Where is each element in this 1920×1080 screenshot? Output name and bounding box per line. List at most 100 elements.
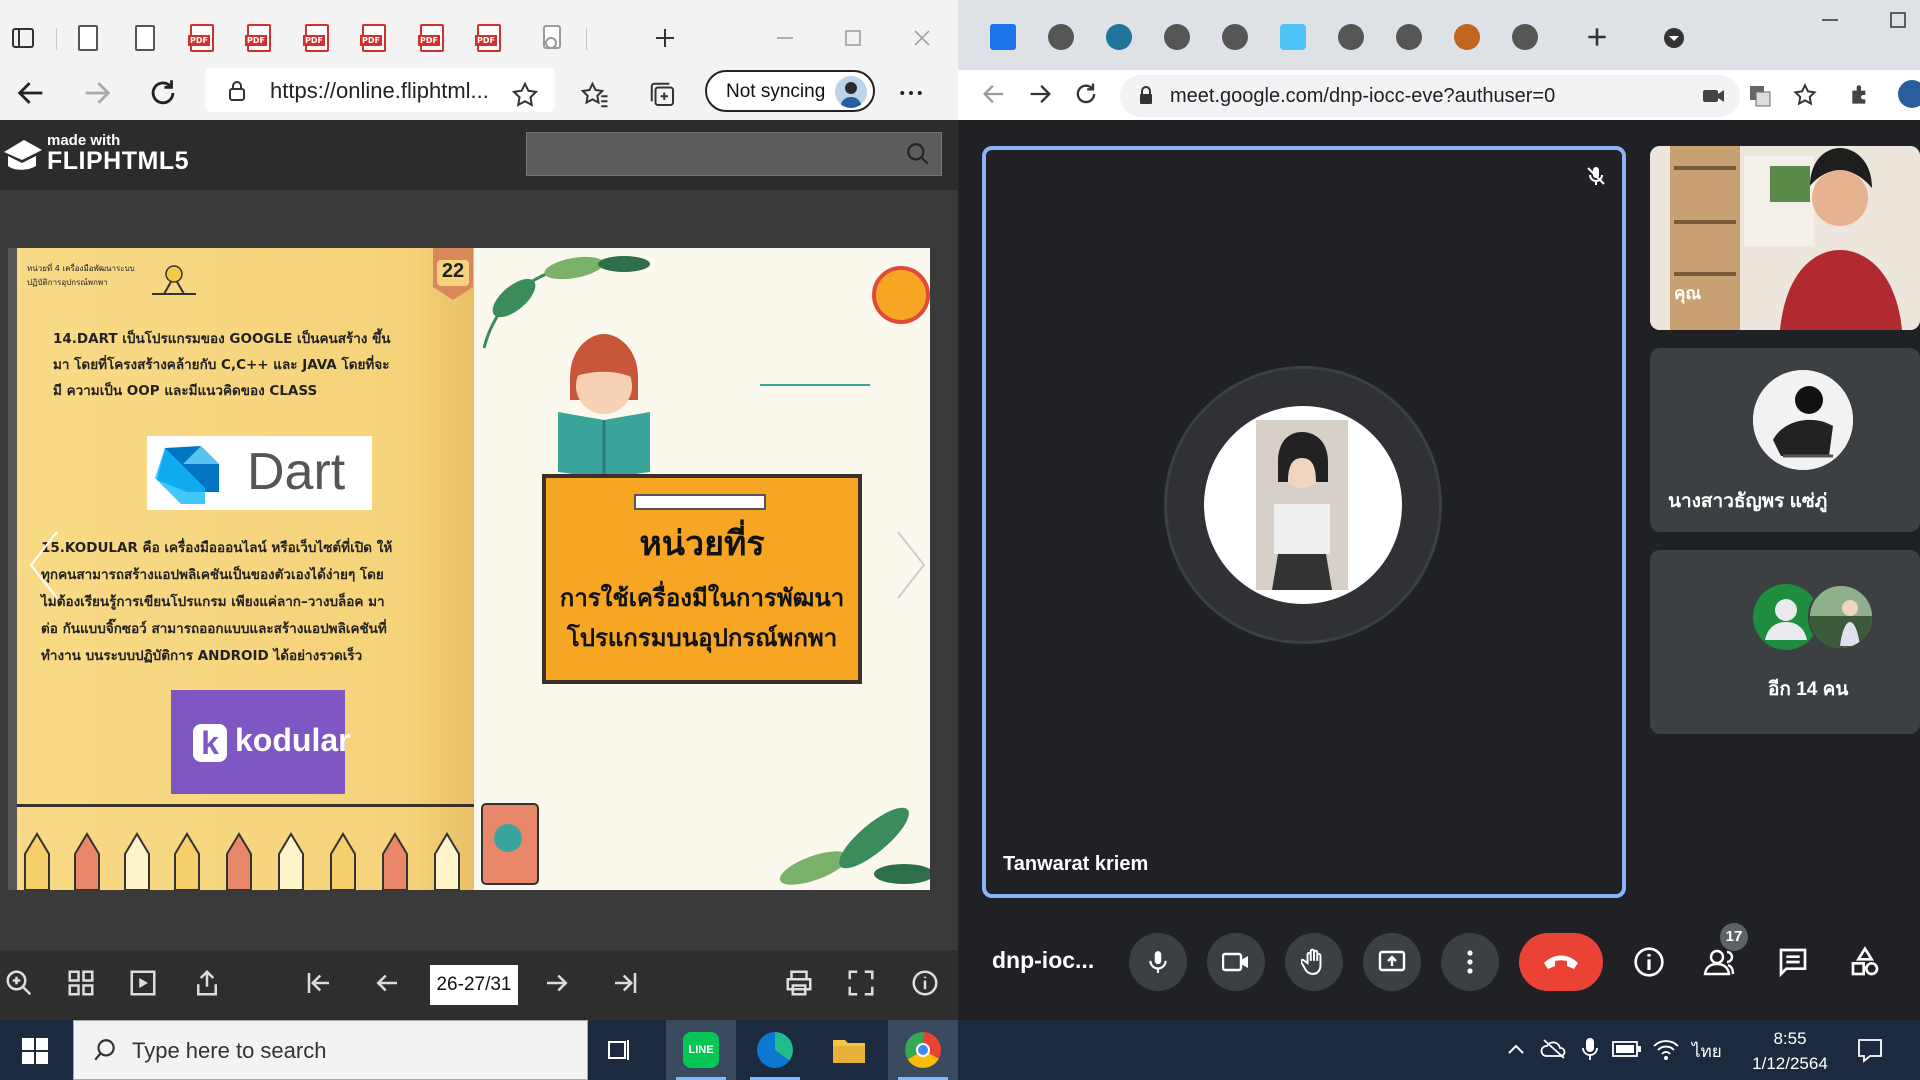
autoplay-icon[interactable] [128, 968, 162, 1002]
taskbar-search-input[interactable]: Type here to search [73, 1020, 588, 1080]
tab-globe-icon[interactable] [1164, 24, 1190, 50]
chat-icon[interactable] [1770, 939, 1816, 985]
meet-controls-bar: dnp-ioc... 17 [958, 905, 1920, 1020]
tab-search-icon[interactable] [1662, 26, 1686, 50]
task-view-icon[interactable] [606, 1036, 634, 1064]
tab-pdf-3[interactable]: PDF [300, 20, 334, 56]
chrome-app-button[interactable] [888, 1020, 958, 1080]
page-indicator-input[interactable]: 26-27/31 [430, 965, 518, 1005]
tab-page-1[interactable] [71, 20, 105, 56]
add-favorite-icon[interactable] [510, 80, 540, 110]
more-menu-icon[interactable] [896, 78, 926, 108]
line-app-button[interactable]: LINE [666, 1020, 736, 1080]
search-icon[interactable] [905, 141, 931, 167]
new-tab-button[interactable] [648, 20, 682, 56]
lock-icon [1138, 86, 1154, 106]
people-icon[interactable]: 17 [1698, 923, 1748, 985]
tab-pdf-5[interactable]: PDF [415, 20, 449, 56]
tab-actions-icon[interactable] [6, 20, 40, 56]
close-button[interactable] [905, 20, 939, 56]
wifi-icon[interactable] [1652, 1036, 1680, 1062]
pdf-icon: PDF [245, 24, 271, 52]
fullscreen-icon[interactable] [846, 968, 880, 1002]
participant-tile[interactable]: นางสาวธัญพร แซ่ภู่ [1650, 348, 1920, 532]
refresh-button[interactable] [146, 76, 180, 110]
new-tab-button[interactable] [1584, 24, 1610, 50]
self-video-tile[interactable]: คุณ [1650, 146, 1920, 330]
next-page-icon[interactable] [542, 968, 576, 1002]
tab-wordpress-icon[interactable] [1106, 24, 1132, 50]
tab-globe-icon[interactable] [1338, 24, 1364, 50]
notifications-icon[interactable] [1856, 1036, 1884, 1064]
maximize-button[interactable] [836, 20, 870, 56]
main-video-tile[interactable]: Tanwarat kriem [982, 146, 1626, 898]
tab-school-logo-icon[interactable] [1454, 24, 1480, 50]
back-button[interactable] [980, 80, 1008, 108]
windows-taskbar: Type here to search LINE ไทย 8:55 1/12/2… [0, 1020, 1920, 1080]
show-hidden-icons-icon[interactable] [1506, 1040, 1526, 1060]
brand-logo[interactable]: FLIPHTML5 [47, 147, 189, 176]
taskbar-clock[interactable]: 8:55 1/12/2564 [1740, 1026, 1840, 1076]
minimize-button[interactable] [1820, 10, 1840, 30]
thumbnails-icon[interactable] [66, 968, 100, 1002]
tab-pdf-2[interactable]: PDF [242, 20, 276, 56]
zoom-in-icon[interactable] [4, 968, 38, 1002]
tab-pdf-4[interactable]: PDF [357, 20, 391, 56]
flipbook-spread[interactable]: หน่วยที่ 4 เครื่องมือพัฒนาระบบ ปฏิบัติกา… [8, 248, 930, 890]
address-bar[interactable]: meet.google.com/dnp-iocc-eve?authuser=0 [1120, 75, 1740, 117]
tab-globe-icon[interactable] [1222, 24, 1248, 50]
tab-classroom-icon[interactable] [1280, 24, 1306, 50]
windows-start-icon[interactable] [22, 1038, 48, 1064]
maximize-button[interactable] [1888, 10, 1908, 30]
book-search-input[interactable] [526, 132, 942, 176]
book-page-left: หน่วยที่ 4 เครื่องมือพัฒนาระบบ ปฏิบัติกา… [8, 248, 474, 890]
raise-hand-button[interactable] [1285, 933, 1343, 991]
tab-globe-icon[interactable] [1396, 24, 1422, 50]
tab-page-2[interactable] [128, 20, 162, 56]
prev-page-arrow-icon[interactable] [27, 528, 61, 602]
profile-sync-button[interactable]: Not syncing [705, 70, 875, 112]
previous-page-icon[interactable] [372, 968, 406, 1002]
next-page-arrow-icon[interactable] [894, 528, 928, 602]
onedrive-icon[interactable] [1540, 1038, 1568, 1060]
profile-avatar[interactable] [1898, 80, 1920, 108]
last-page-icon[interactable] [610, 968, 644, 1002]
address-bar[interactable]: https://online.fliphtml... [205, 68, 555, 112]
refresh-button[interactable] [1072, 80, 1100, 108]
bookmark-star-icon[interactable] [1792, 82, 1818, 108]
camera-button[interactable] [1207, 933, 1265, 991]
translate-icon[interactable] [1748, 84, 1772, 108]
forward-button[interactable] [80, 76, 114, 110]
tab-globe-icon[interactable] [1512, 24, 1538, 50]
microphone-tray-icon[interactable] [1580, 1036, 1600, 1062]
back-button[interactable] [14, 76, 48, 110]
forward-button[interactable] [1026, 80, 1054, 108]
tab-pdf-6[interactable]: PDF [472, 20, 506, 56]
info-icon[interactable] [910, 968, 944, 1002]
activities-icon[interactable] [1842, 939, 1888, 985]
tab-pdf-1[interactable]: PDF [185, 20, 219, 56]
file-explorer-button[interactable] [814, 1020, 884, 1080]
present-screen-button[interactable] [1363, 933, 1421, 991]
tab-google-calendar-icon[interactable] [990, 24, 1016, 50]
collections-icon[interactable] [648, 80, 678, 110]
camera-indicator-icon[interactable] [1702, 86, 1726, 106]
tab-loading[interactable] [536, 20, 570, 56]
others-tile[interactable]: อีก 14 คน [1650, 550, 1920, 734]
print-icon[interactable] [784, 968, 818, 1002]
first-page-icon[interactable] [304, 968, 338, 1002]
leave-call-button[interactable] [1519, 933, 1603, 991]
meeting-code[interactable]: dnp-ioc... [992, 947, 1094, 974]
share-icon[interactable] [192, 968, 226, 1002]
extensions-icon[interactable] [1848, 82, 1874, 108]
input-language[interactable]: ไทย [1692, 1038, 1722, 1065]
minimize-button[interactable] [768, 20, 802, 56]
tab-globe-icon[interactable] [1048, 24, 1074, 50]
meeting-details-icon[interactable] [1626, 939, 1672, 985]
more-options-button[interactable] [1441, 933, 1499, 991]
edge-app-button[interactable] [740, 1020, 810, 1080]
battery-icon[interactable] [1612, 1040, 1642, 1058]
favorites-icon[interactable] [580, 80, 610, 110]
chrome-window: meet.google.com/dnp-iocc-eve?authuser=0 … [958, 0, 1920, 1020]
microphone-button[interactable] [1129, 933, 1187, 991]
